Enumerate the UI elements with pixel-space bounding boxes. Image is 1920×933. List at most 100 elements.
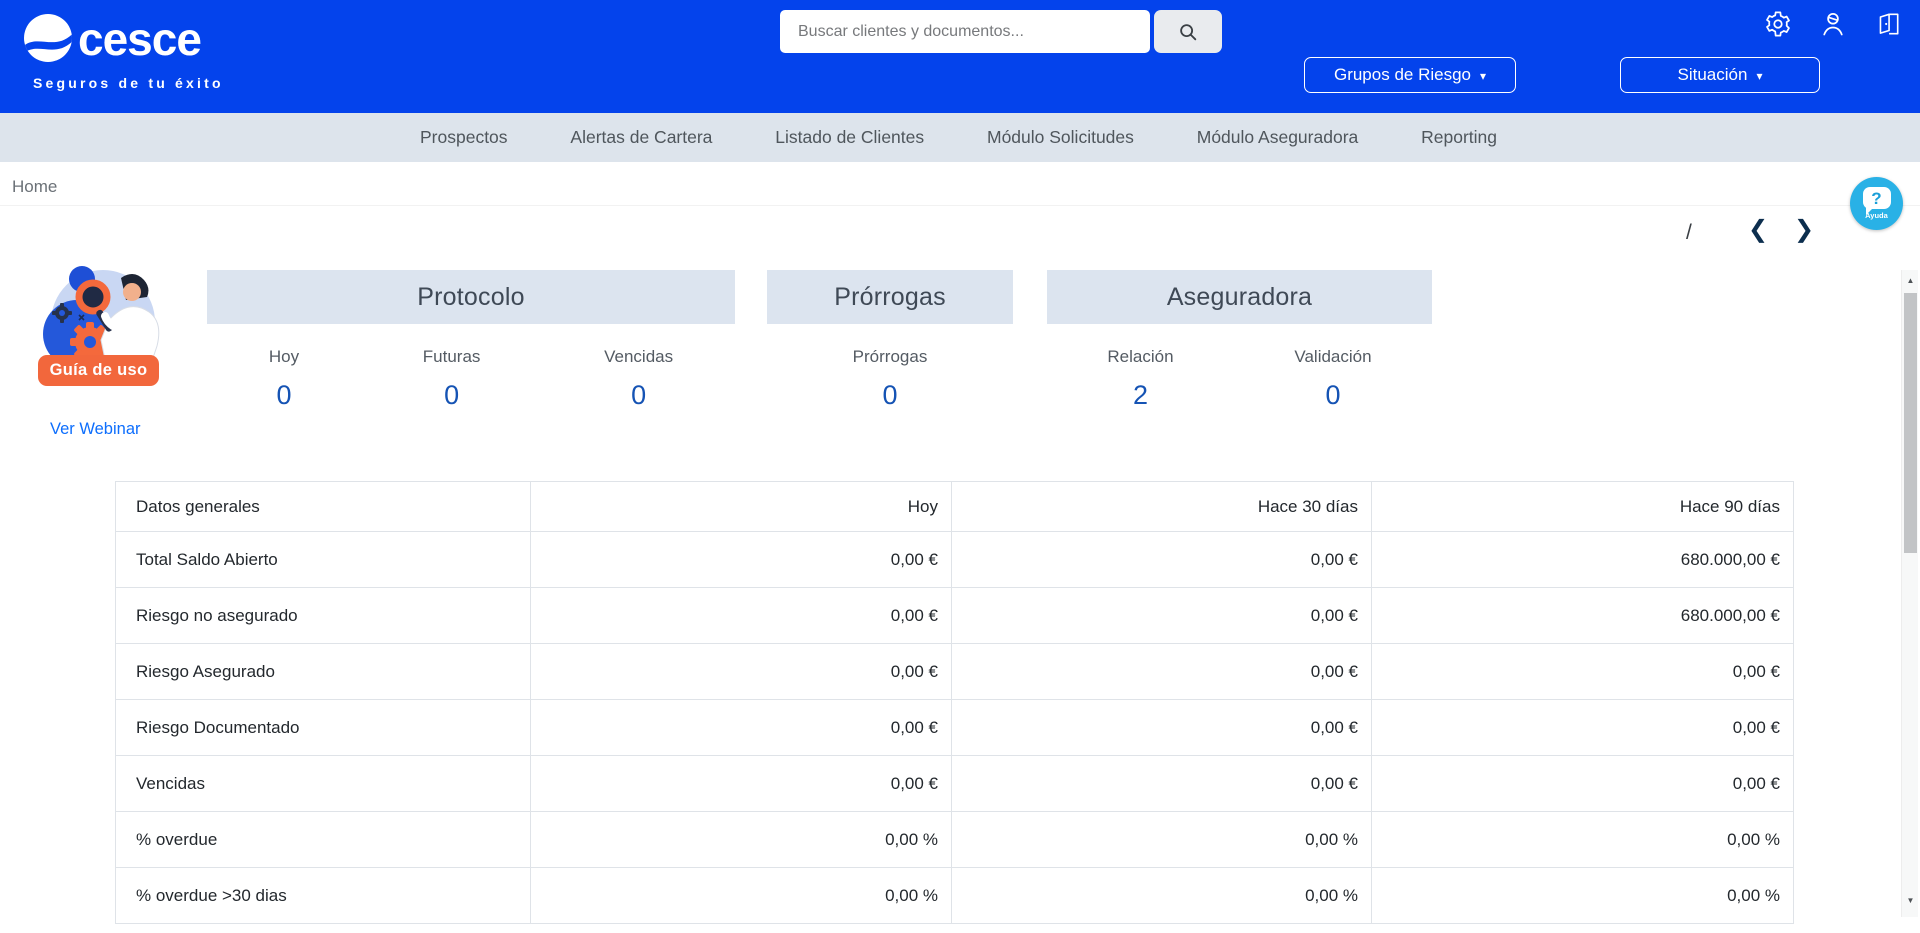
aseguradora-card: Aseguradora Relación 2 Validación 0	[1047, 270, 1432, 411]
question-mark-icon: ?	[1871, 190, 1881, 207]
metric-value[interactable]: 0	[423, 380, 481, 411]
cell-value[interactable]: 0,00 €	[531, 756, 952, 812]
global-search	[780, 10, 1222, 53]
metric-value[interactable]: 0	[853, 380, 928, 411]
metric-label: Relación	[1107, 347, 1173, 367]
ver-webinar-link[interactable]: Ver Webinar	[50, 420, 141, 439]
row-label: % overdue >30 dias	[116, 868, 531, 924]
cell-value[interactable]: 0,00 €	[1372, 644, 1794, 700]
metric-vencidas: Vencidas 0	[604, 347, 673, 411]
card-title: Prórrogas	[834, 283, 946, 312]
exit-door-icon	[1874, 10, 1902, 38]
guia-de-uso-badge[interactable]: Guía de uso	[38, 355, 159, 386]
settings-button[interactable]	[1762, 8, 1794, 40]
cell-value[interactable]: 680.000,00 €	[1372, 532, 1794, 588]
next-page-button[interactable]: ❯	[1794, 217, 1814, 241]
metric-value[interactable]: 0	[1294, 380, 1371, 411]
nav-item-prospectos[interactable]: Prospectos	[420, 127, 508, 148]
cell-value[interactable]: 680.000,00 €	[1372, 588, 1794, 644]
table-row-vencidas: Vencidas 0,00 € 0,00 € 0,00 €	[116, 756, 1794, 812]
cell-value[interactable]: 0,00 €	[952, 532, 1372, 588]
aseguradora-metrics: Relación 2 Validación 0	[1047, 347, 1432, 411]
nav-item-modulo-solicitudes[interactable]: Módulo Solicitudes	[987, 127, 1134, 148]
chevron-down-icon: ▾	[1756, 70, 1762, 82]
cell-value[interactable]: 0,00 €	[952, 588, 1372, 644]
prorrogas-card-header: Prórrogas	[767, 270, 1013, 324]
cell-value[interactable]: 0,00 €	[531, 532, 952, 588]
table-row-percent-overdue-30-dias: % overdue >30 dias 0,00 % 0,00 % 0,00 %	[116, 868, 1794, 924]
table-row-total-saldo-abierto: Total Saldo Abierto 0,00 € 0,00 € 680.00…	[116, 532, 1794, 588]
metric-value[interactable]: 0	[604, 380, 673, 411]
metric-futuras: Futuras 0	[423, 347, 481, 411]
gear-icon	[1764, 10, 1792, 38]
brand-tagline: Seguros de tu éxito	[33, 75, 224, 91]
cell-value[interactable]: 0,00 €	[952, 644, 1372, 700]
cell-value[interactable]: 0,00 €	[531, 700, 952, 756]
chevron-right-icon: ❯	[1794, 215, 1814, 243]
cell-value[interactable]: 0,00 €	[531, 644, 952, 700]
brand-wordmark: cesce	[78, 16, 201, 62]
logout-button[interactable]	[1872, 8, 1904, 40]
nav-item-alertas-de-cartera[interactable]: Alertas de Cartera	[570, 127, 712, 148]
row-label: Vencidas	[116, 756, 531, 812]
scrollbar-thumb[interactable]	[1904, 293, 1917, 553]
col-header-hoy: Hoy	[531, 482, 952, 532]
grupos-de-riesgo-dropdown[interactable]: Grupos de Riesgo ▾	[1304, 57, 1516, 93]
situacion-label: Situación	[1678, 65, 1748, 85]
header-icon-group	[1762, 8, 1904, 40]
prorrogas-card: Prórrogas Prórrogas 0	[767, 270, 1013, 411]
metric-value[interactable]: 2	[1107, 380, 1173, 411]
user-profile-button[interactable]	[1817, 8, 1849, 40]
cell-value[interactable]: 0,00 €	[1372, 700, 1794, 756]
user-icon	[1819, 10, 1847, 38]
situacion-dropdown[interactable]: Situación ▾	[1620, 57, 1820, 93]
cesce-logo-icon	[24, 14, 72, 62]
main-nav: Prospectos Alertas de Cartera Listado de…	[0, 113, 1920, 162]
row-label: Riesgo Asegurado	[116, 644, 531, 700]
aseguradora-card-header: Aseguradora	[1047, 270, 1432, 324]
metric-label: Hoy	[269, 347, 299, 367]
protocolo-card: Protocolo Hoy 0 Futuras 0 Vencidas 0	[207, 270, 735, 411]
col-header-hace-90-dias: Hace 90 días	[1372, 482, 1794, 532]
nav-item-listado-de-clientes[interactable]: Listado de Clientes	[775, 127, 924, 148]
cell-value[interactable]: 0,00 €	[531, 588, 952, 644]
page-separator: /	[1686, 221, 1692, 245]
cell-value: 0,00 %	[1372, 868, 1794, 924]
metric-hoy: Hoy 0	[269, 347, 299, 411]
metric-label: Prórrogas	[853, 347, 928, 367]
scroll-down-icon[interactable]: ▼	[1902, 892, 1919, 909]
search-input[interactable]	[780, 10, 1150, 53]
table-row-percent-overdue: % overdue 0,00 % 0,00 % 0,00 %	[116, 812, 1794, 868]
table-row-riesgo-no-asegurado: Riesgo no asegurado 0,00 € 0,00 € 680.00…	[116, 588, 1794, 644]
metric-label: Vencidas	[604, 347, 673, 367]
search-button[interactable]	[1154, 10, 1222, 53]
col-header-hace-30-dias: Hace 30 días	[952, 482, 1372, 532]
grupos-de-riesgo-label: Grupos de Riesgo	[1334, 65, 1471, 85]
cell-value[interactable]: 0,00 €	[1372, 756, 1794, 812]
nav-item-reporting[interactable]: Reporting	[1421, 127, 1497, 148]
cell-value: 0,00 %	[531, 868, 952, 924]
row-label: Total Saldo Abierto	[116, 532, 531, 588]
cell-value[interactable]: 0,00 €	[952, 700, 1372, 756]
row-label: Riesgo no asegurado	[116, 588, 531, 644]
cesce-logo[interactable]: cesce Seguros de tu éxito	[24, 12, 224, 98]
metric-label: Futuras	[423, 347, 481, 367]
card-title: Protocolo	[417, 283, 524, 312]
cell-value: 0,00 %	[531, 812, 952, 868]
help-bubble-icon: ?	[1863, 187, 1891, 209]
row-label: Riesgo Documentado	[116, 700, 531, 756]
vertical-scrollbar[interactable]: ▲ ▼	[1901, 270, 1918, 917]
breadcrumb[interactable]: Home	[12, 177, 57, 197]
chevron-down-icon: ▾	[1480, 70, 1486, 82]
help-button[interactable]: ? Ayuda	[1850, 177, 1903, 230]
metric-value[interactable]: 0	[269, 380, 299, 411]
cell-value[interactable]: 0,00 €	[952, 756, 1372, 812]
prev-page-button[interactable]: ❮	[1748, 217, 1768, 241]
metric-validacion: Validación 0	[1294, 347, 1371, 411]
metric-label: Validación	[1294, 347, 1371, 367]
row-label: % overdue	[116, 812, 531, 868]
table-header-row: Datos generales Hoy Hace 30 días Hace 90…	[116, 482, 1794, 532]
scroll-up-icon[interactable]: ▲	[1902, 272, 1919, 289]
nav-item-modulo-aseguradora[interactable]: Módulo Aseguradora	[1197, 127, 1359, 148]
app-header: cesce Seguros de tu éxito	[0, 0, 1920, 113]
